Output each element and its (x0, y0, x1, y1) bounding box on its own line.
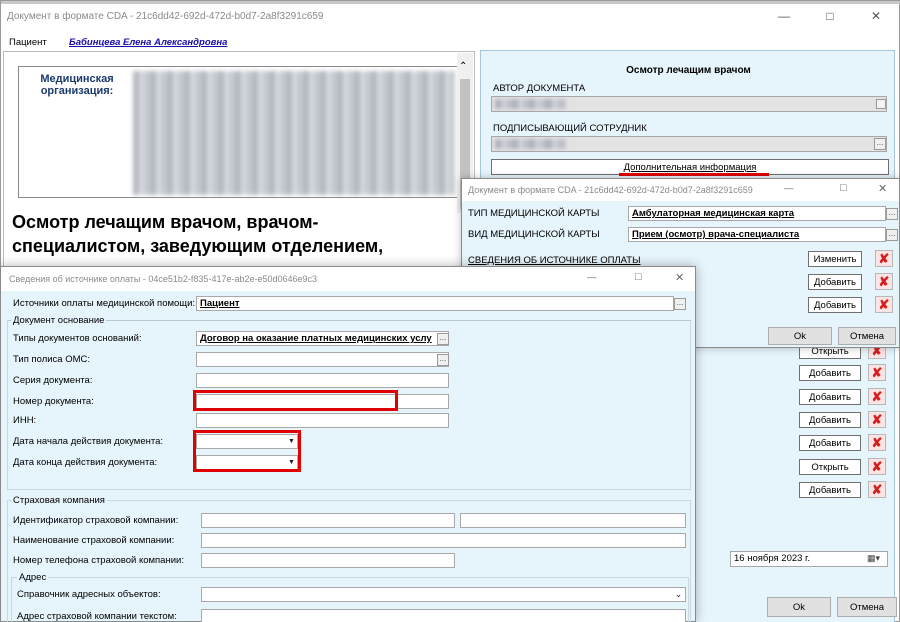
main-cancel-button[interactable]: Отмена (837, 597, 897, 617)
add-button-3[interactable]: Добавить (799, 412, 861, 428)
cda-dialog-title: Документ в формате CDA - 21c6dd42-692d-4… (468, 185, 753, 195)
maximize-icon[interactable]: □ (635, 271, 642, 283)
oms-ellipsis-button[interactable]: ... (437, 354, 449, 366)
add-button-4[interactable]: Добавить (799, 435, 861, 451)
delete-icon[interactable]: ✘ (868, 411, 886, 428)
signer-field[interactable] (491, 136, 887, 152)
chevron-down-icon[interactable]: ⌄ (673, 589, 684, 600)
cda-add-button-2[interactable]: Добавить (808, 297, 862, 313)
cda-cancel-button[interactable]: Отмена (838, 327, 896, 345)
open-button-2[interactable]: Открыть (799, 459, 861, 475)
inn-label: ИНН: (13, 415, 37, 426)
address-ref-label: Справочник адресных объектов: (17, 589, 161, 600)
inn-field[interactable] (196, 413, 449, 428)
author-field[interactable] (491, 96, 887, 112)
card-kind-field[interactable]: Прием (осмотр) врача-специалиста (628, 227, 886, 242)
oms-field[interactable] (196, 352, 449, 367)
add-button-5[interactable]: Добавить (799, 482, 861, 498)
calendar-icon[interactable]: ▦▾ (867, 553, 880, 564)
payment-dialog: Сведения об источнике оплаты - 04ce51b2-… (0, 266, 696, 622)
change-button[interactable]: Изменить (808, 251, 862, 267)
org-details-blurred (133, 71, 455, 195)
cda-ok-button[interactable]: Ok (768, 327, 832, 345)
patient-name-link[interactable]: Бабинцева Елена Александровна (69, 37, 227, 48)
delete-icon[interactable]: ✘ (868, 458, 886, 475)
insurer-name-field[interactable] (201, 533, 686, 548)
doc-types-label: Типы документов оснований: (13, 333, 142, 344)
add-button-2[interactable]: Добавить (799, 389, 861, 405)
insurer-id-label: Идентификатор страховой компании: (13, 515, 179, 526)
insurance-group-title: Страховая компания (11, 495, 107, 506)
oms-label: Тип полиса ОМС: (13, 354, 91, 365)
maximize-icon[interactable]: □ (807, 1, 853, 31)
main-titlebar: Документ в формате CDA - 21c6dd42-692d-4… (1, 1, 899, 31)
payment-dialog-title: Сведения об источнике оплаты - 04ce51b2-… (9, 274, 318, 284)
payment-source-field[interactable]: Пациент (196, 296, 674, 311)
insurer-phone-label: Номер телефона страховой компании: (13, 555, 184, 566)
author-label: АВТОР ДОКУМЕНТА (493, 83, 586, 94)
payment-info-link[interactable]: СВЕДЕНИЯ ОБ ИСТОЧНИКЕ ОПЛАТЫ (468, 255, 640, 266)
main-ok-button[interactable]: Ok (767, 597, 831, 617)
address-text-label: Адрес страховой компании текстом: (17, 611, 177, 622)
delete-icon[interactable]: ✘ (875, 250, 893, 267)
basis-group-title: Документ основание (11, 315, 107, 326)
number-highlight (193, 390, 398, 411)
signer-ellipsis-button[interactable]: ... (874, 138, 886, 150)
payment-source-label: Источники оплаты медицинской помощи: (13, 298, 196, 309)
insurer-phone-field[interactable] (201, 553, 455, 568)
minimize-icon[interactable]: — (587, 272, 597, 283)
card-type-field[interactable]: Амбулаторная медицинская карта (628, 206, 886, 221)
minimize-icon[interactable]: — (761, 1, 807, 31)
number-label: Номер документа: (13, 396, 94, 407)
card-kind-ellipsis-button[interactable]: ... (886, 229, 898, 241)
close-icon[interactable]: ✕ (675, 271, 684, 284)
org-box: Медицинская организация: (18, 66, 458, 198)
doc-types-field[interactable]: Договор на оказание платных медицинских … (196, 331, 449, 346)
maximize-icon[interactable]: □ (840, 182, 847, 194)
dates-highlight (193, 430, 301, 472)
payment-titlebar: Сведения об источнике оплаты - 04ce51b2-… (1, 267, 695, 291)
close-icon[interactable]: ✕ (853, 1, 899, 31)
author-clear-icon[interactable] (876, 99, 886, 109)
extra-info-underline (619, 173, 769, 176)
scroll-up-icon[interactable]: ⌃ (459, 61, 467, 72)
org-label: Медицинская организация: (40, 73, 114, 97)
series-label: Серия документа: (13, 375, 93, 386)
date-value: 16 ноября 2023 г. (734, 553, 810, 564)
add-button-1[interactable]: Добавить (799, 365, 861, 381)
address-group-title: Адрес (17, 572, 49, 583)
signer-label: ПОДПИСЫВАЮЩИЙ СОТРУДНИК (493, 123, 647, 134)
series-field[interactable] (196, 373, 449, 388)
main-window-title: Документ в формате CDA - 21c6dd42-692d-4… (7, 10, 324, 22)
delete-icon[interactable]: ✘ (868, 388, 886, 405)
cda-add-button-1[interactable]: Добавить (808, 274, 862, 290)
insurer-id-extra-field[interactable] (460, 513, 686, 528)
date-picker[interactable]: 16 ноября 2023 г. (730, 551, 888, 567)
start-date-label: Дата начала действия документа: (13, 436, 164, 447)
payment-source-ellipsis-button[interactable]: ... (674, 298, 686, 310)
cda-titlebar: Документ в формате CDA - 21c6dd42-692d-4… (462, 179, 899, 201)
insurer-id-field[interactable] (201, 513, 455, 528)
card-type-ellipsis-button[interactable]: ... (886, 208, 898, 220)
document-heading: Осмотр лечащим врачом, врачом-специалист… (12, 212, 384, 256)
delete-icon[interactable]: ✘ (875, 296, 893, 313)
minimize-icon[interactable]: — (784, 183, 794, 194)
doc-types-ellipsis-button[interactable]: ... (437, 333, 449, 345)
address-text-field[interactable] (201, 609, 686, 622)
right-panel-title: Осмотр лечащим врачом (626, 65, 751, 76)
address-ref-select[interactable] (201, 587, 686, 602)
delete-icon[interactable]: ✘ (868, 434, 886, 451)
insurer-name-label: Наименование страховой компании: (13, 535, 175, 546)
delete-icon[interactable]: ✘ (875, 273, 893, 290)
card-kind-label: ВИД МЕДИЦИНСКОЙ КАРТЫ (468, 229, 600, 240)
end-date-label: Дата конца действия документа: (13, 457, 158, 468)
patient-label: Пациент (9, 37, 47, 48)
delete-icon[interactable]: ✘ (868, 481, 886, 498)
card-type-label: ТИП МЕДИЦИНСКОЙ КАРТЫ (468, 208, 600, 219)
close-icon[interactable]: ✕ (878, 182, 887, 195)
delete-icon[interactable]: ✘ (868, 364, 886, 381)
